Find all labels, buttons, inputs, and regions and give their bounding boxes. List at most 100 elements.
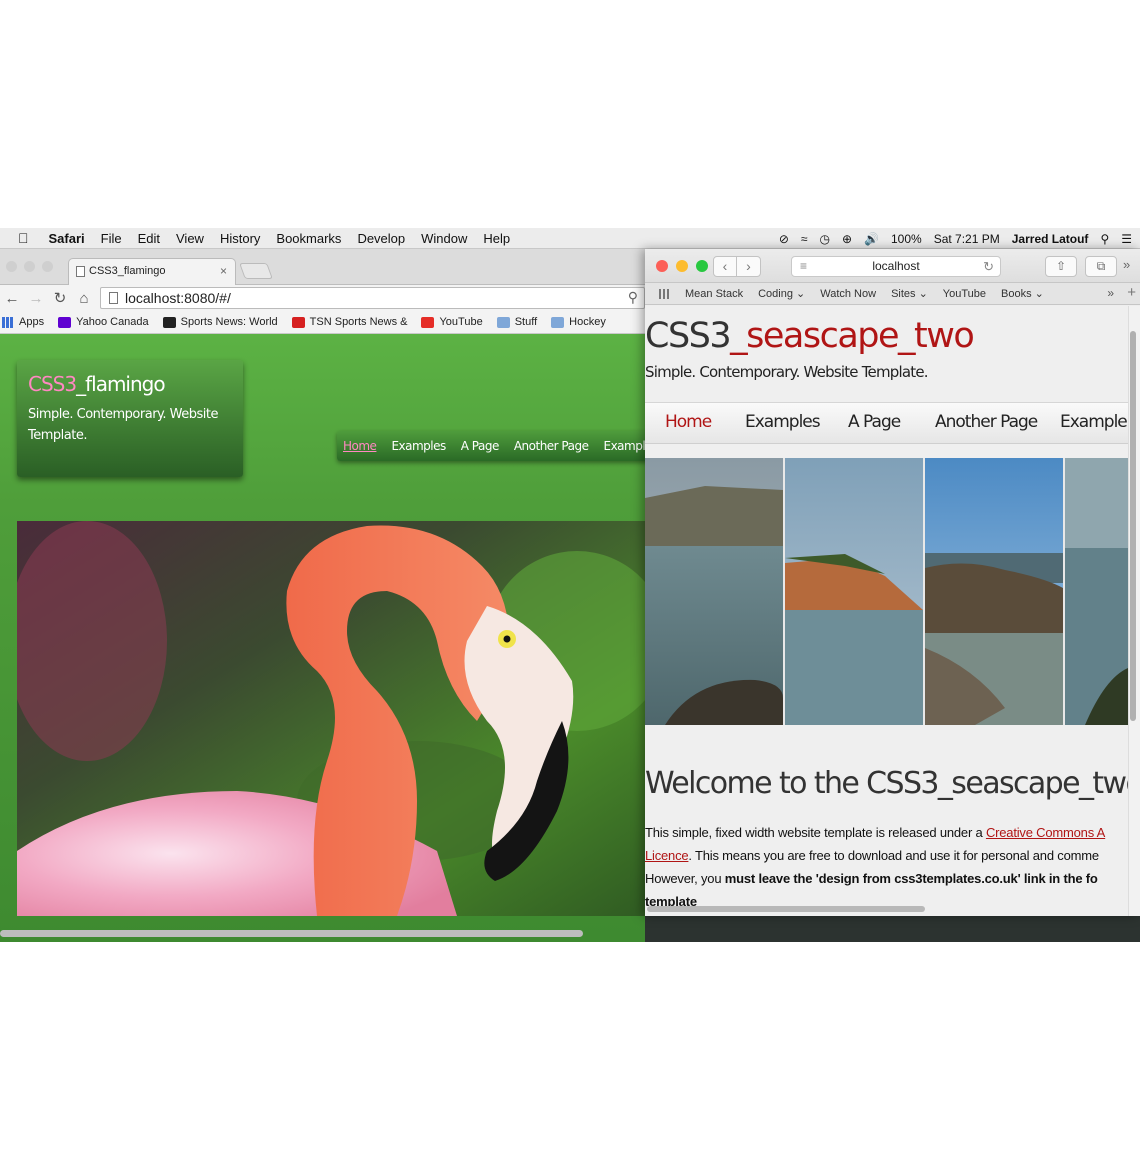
tab-close-icon[interactable]: × [220,264,227,278]
chrome-window: CSS3_flamingo × ← → ↻ ⌂ localhost:8080/#… [0,249,645,942]
back-arrow-icon[interactable]: ← [0,290,24,307]
user-name[interactable]: Jarred Latouf [1012,232,1089,246]
bookmark-yahoo-canada[interactable]: Yahoo Canada [58,316,149,328]
chrome-tab-strip: CSS3_flamingo × [0,249,645,286]
menu-develop[interactable]: Develop [349,231,413,246]
menu-window[interactable]: Window [413,231,475,246]
desktop-screen:  Safari File Edit View History Bookmark… [0,228,1140,942]
menu-history[interactable]: History [212,231,268,246]
new-tab-plus-icon[interactable]: + [1127,284,1136,301]
wifi-icon[interactable]: ≈ [801,232,808,246]
overflow-chevron-icon[interactable]: » [1123,257,1130,272]
address-bar[interactable]: localhost:8080/#/ ⚲ [100,287,645,309]
site-title[interactable]: CSS3_seascape_two [645,316,975,356]
site-logo-box: CSS3_flamingo Simple. Contemporary. Webs… [17,360,243,477]
body-bold-text: must leave the 'design from css3template… [724,871,1098,886]
back-chevron-icon[interactable]: ‹ [714,257,738,276]
favorites-grid-icon[interactable] [659,288,671,299]
menu-view[interactable]: View [168,231,212,246]
time-machine-icon[interactable]: ◷ [820,232,830,246]
page-icon [76,266,85,277]
reload-icon[interactable]: ↻ [983,257,994,276]
zoom-window-button[interactable] [42,261,53,272]
tabs-overview-icon[interactable]: ⧉ [1085,256,1117,277]
do-not-disturb-icon[interactable]: ⊘ [779,232,789,246]
menu-extras: ⊘ ≈ ◷ ⊕ 🔊 100% Sat 7:21 PM Jarred Latouf… [767,228,1132,249]
site-slogan: Simple. Contemporary. Website Template. [28,407,218,443]
home-icon[interactable]: ⌂ [72,290,96,307]
nav-another-page[interactable]: Another Page [935,412,1038,432]
nav-home[interactable]: Home [343,439,377,453]
favorite-sites-folder[interactable]: Sites ⌄ [891,287,928,300]
bookmark-label: YouTube [439,316,483,328]
favorite-watch-now[interactable]: Watch Now [820,288,876,300]
favorite-books-folder[interactable]: Books ⌄ [1001,287,1044,300]
youtube-icon [421,316,435,328]
notification-center-icon[interactable]: ☰ [1121,232,1132,246]
nav-examples[interactable]: Examples [391,439,446,453]
bookmark-label: Yahoo Canada [76,316,149,328]
menu-edit[interactable]: Edit [130,231,168,246]
volume-icon[interactable]: 🔊 [864,232,879,246]
bookmark-apps[interactable]: Apps [0,316,44,328]
reload-icon[interactable]: ↻ [48,289,72,307]
chrome-tab-css3-flamingo[interactable]: CSS3_flamingo × [68,258,236,286]
nav-examples[interactable]: Examples [745,412,821,432]
bookmark-label: Hockey [569,316,606,328]
history-nav-buttons: ‹ › [713,256,761,277]
favorite-youtube[interactable]: YouTube [943,288,986,300]
vertical-scrollbar[interactable] [1130,331,1136,721]
site-title[interactable]: CSS3_flamingo [28,372,232,396]
body-text: This simple, fixed width website templat… [645,825,986,840]
forward-chevron-icon[interactable]: › [737,257,760,276]
close-window-button[interactable] [6,261,17,272]
minimize-window-button[interactable] [24,261,35,272]
new-tab-button[interactable] [239,263,273,279]
app-menu-safari[interactable]: Safari [41,231,93,246]
bluetooth-icon[interactable]: ⊕ [842,232,852,246]
bookmark-label: Sports News: World [180,316,278,328]
smart-search-field[interactable]: ≡ localhost ↻ [791,256,1001,277]
share-icon[interactable]: ⇧ [1045,256,1077,277]
site-title-suffix: _seascape_two [730,316,975,356]
nav-example-dropdown[interactable]: Example Dr [1060,412,1128,432]
menu-file[interactable]: File [93,231,130,246]
minimize-window-button[interactable] [676,260,688,272]
close-window-button[interactable] [656,260,668,272]
zoom-window-button[interactable] [696,260,708,272]
nav-another-page[interactable]: Another Page [514,439,589,453]
nav-example-dropdown[interactable]: Example Dro [603,439,645,453]
forward-arrow-icon[interactable]: → [24,290,48,307]
page-icon [109,292,118,304]
horizontal-scrollbar[interactable] [0,930,583,937]
menu-bookmarks[interactable]: Bookmarks [268,231,349,246]
spotlight-search-icon[interactable]: ⚲ [1100,232,1109,246]
clock[interactable]: Sat 7:21 PM [934,232,1000,246]
welcome-body-text: This simple, fixed width website templat… [645,821,1128,913]
favorites-overflow-icon[interactable]: » [1107,286,1114,300]
bookmark-youtube[interactable]: YouTube [421,316,483,328]
safari-window: ‹ › ≡ localhost ↻ ⇧ ⧉ » Mean Stack Codin… [645,249,1140,916]
reader-view-icon[interactable]: ≡ [800,257,807,276]
bookmark-sports-news-world[interactable]: Sports News: World [162,316,278,328]
menu-help[interactable]: Help [475,231,518,246]
nav-a-page[interactable]: A Page [461,439,500,453]
nav-a-page[interactable]: A Page [848,412,901,432]
licence-link[interactable]: Licence [645,848,689,863]
nav-home[interactable]: Home [665,412,712,432]
favorite-coding-folder[interactable]: Coding ⌄ [758,287,805,300]
zoom-icon[interactable]: ⚲ [628,289,638,306]
seascape-page: CSS3_seascape_two Simple. Contemporary. … [645,306,1128,916]
site-nav: Home Examples A Page Another Page Exampl… [645,402,1128,444]
chrome-window-controls [6,261,53,272]
horizontal-scrollbar[interactable] [647,906,925,912]
tsn-icon [291,316,305,328]
creative-commons-link[interactable]: Creative Commons A [986,825,1105,840]
folder-icon [551,316,565,328]
bookmark-folder-hockey[interactable]: Hockey [551,316,606,328]
favorite-mean-stack[interactable]: Mean Stack [685,288,743,300]
bookmark-tsn-sports-news[interactable]: TSN Sports News & [291,316,407,328]
battery-percent[interactable]: 100% [891,232,922,246]
apple-menu-icon[interactable]:  [0,230,41,246]
bookmark-folder-stuff[interactable]: Stuff [496,316,537,328]
